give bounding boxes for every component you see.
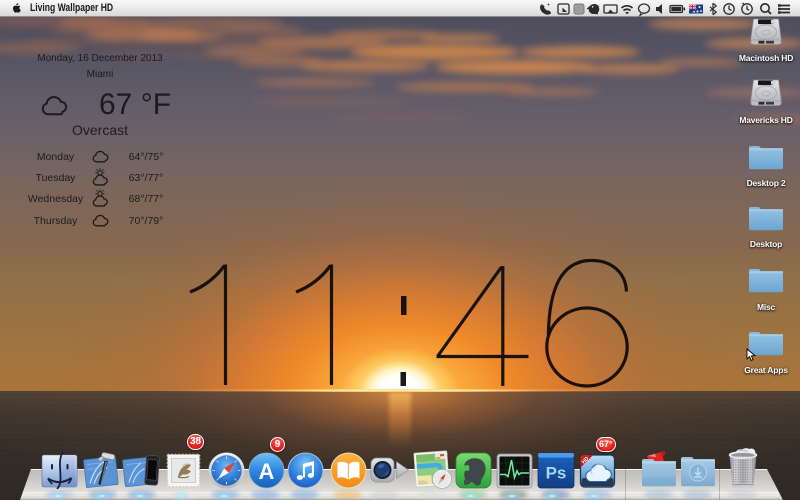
svg-text:Ps: Ps xyxy=(546,464,567,483)
svg-text:A: A xyxy=(259,459,275,484)
